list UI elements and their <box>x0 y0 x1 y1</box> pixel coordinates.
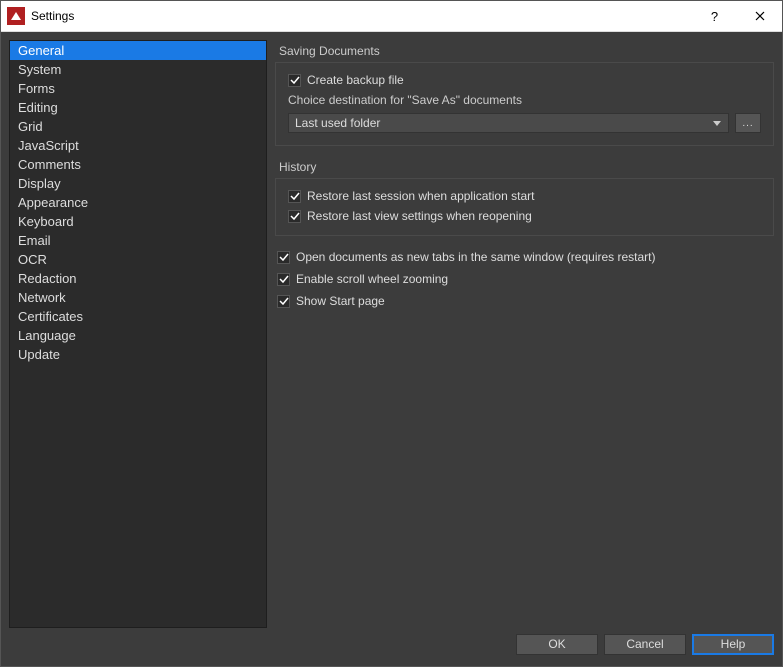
sidebar-item-general[interactable]: General <box>10 41 266 60</box>
history-group: Restore last session when application st… <box>275 178 774 236</box>
ok-button[interactable]: OK <box>516 634 598 655</box>
sidebar-item-forms[interactable]: Forms <box>10 79 266 98</box>
sidebar-item-redaction[interactable]: Redaction <box>10 269 266 288</box>
restore-session-checkbox[interactable] <box>288 190 301 203</box>
restore-view-checkbox[interactable] <box>288 210 301 223</box>
sidebar-item-comments[interactable]: Comments <box>10 155 266 174</box>
create-backup-label: Create backup file <box>307 73 404 87</box>
restore-view-row: Restore last view settings when reopenin… <box>288 209 761 223</box>
help-titlebar-button[interactable]: ? <box>692 1 737 32</box>
misc-options: Open documents as new tabs in the same w… <box>275 250 774 308</box>
help-button[interactable]: Help <box>692 634 774 655</box>
titlebar: Settings ? <box>1 1 782 32</box>
sidebar-item-javascript[interactable]: JavaScript <box>10 136 266 155</box>
create-backup-checkbox[interactable] <box>288 74 301 87</box>
sidebar-item-keyboard[interactable]: Keyboard <box>10 212 266 231</box>
start-page-label: Show Start page <box>296 294 385 308</box>
footer: OK Cancel Help <box>1 628 782 660</box>
save-as-destination-value: Last used folder <box>295 116 380 130</box>
chevron-down-icon <box>710 121 724 126</box>
restore-session-label: Restore last session when application st… <box>307 189 534 203</box>
sidebar: General System Forms Editing Grid JavaSc… <box>9 40 267 628</box>
start-page-row: Show Start page <box>277 294 774 308</box>
sidebar-item-certificates[interactable]: Certificates <box>10 307 266 326</box>
sidebar-item-update[interactable]: Update <box>10 345 266 364</box>
sidebar-item-language[interactable]: Language <box>10 326 266 345</box>
saving-documents-label: Saving Documents <box>275 44 774 58</box>
browse-button[interactable]: ... <box>735 113 761 133</box>
create-backup-row: Create backup file <box>288 73 761 87</box>
app-icon <box>7 7 25 25</box>
content-panel: Saving Documents Create backup file Choi… <box>275 40 774 628</box>
saving-documents-group: Create backup file Choice destination fo… <box>275 62 774 146</box>
open-as-tabs-row: Open documents as new tabs in the same w… <box>277 250 774 264</box>
sidebar-item-grid[interactable]: Grid <box>10 117 266 136</box>
window-title: Settings <box>31 9 692 23</box>
start-page-checkbox[interactable] <box>277 295 290 308</box>
sidebar-item-system[interactable]: System <box>10 60 266 79</box>
sidebar-item-email[interactable]: Email <box>10 231 266 250</box>
save-as-destination-label: Choice destination for "Save As" documen… <box>288 93 761 107</box>
scroll-zoom-label: Enable scroll wheel zooming <box>296 272 448 286</box>
save-as-destination-row: Last used folder ... <box>288 113 761 133</box>
sidebar-item-appearance[interactable]: Appearance <box>10 193 266 212</box>
main: General System Forms Editing Grid JavaSc… <box>1 32 782 628</box>
close-titlebar-button[interactable] <box>737 1 782 32</box>
history-label: History <box>275 160 774 174</box>
sidebar-item-network[interactable]: Network <box>10 288 266 307</box>
restore-view-label: Restore last view settings when reopenin… <box>307 209 532 223</box>
save-as-destination-select[interactable]: Last used folder <box>288 113 729 133</box>
cancel-button[interactable]: Cancel <box>604 634 686 655</box>
scroll-zoom-row: Enable scroll wheel zooming <box>277 272 774 286</box>
sidebar-item-display[interactable]: Display <box>10 174 266 193</box>
open-as-tabs-label: Open documents as new tabs in the same w… <box>296 250 656 264</box>
sidebar-item-editing[interactable]: Editing <box>10 98 266 117</box>
sidebar-item-ocr[interactable]: OCR <box>10 250 266 269</box>
restore-session-row: Restore last session when application st… <box>288 189 761 203</box>
scroll-zoom-checkbox[interactable] <box>277 273 290 286</box>
open-as-tabs-checkbox[interactable] <box>277 251 290 264</box>
